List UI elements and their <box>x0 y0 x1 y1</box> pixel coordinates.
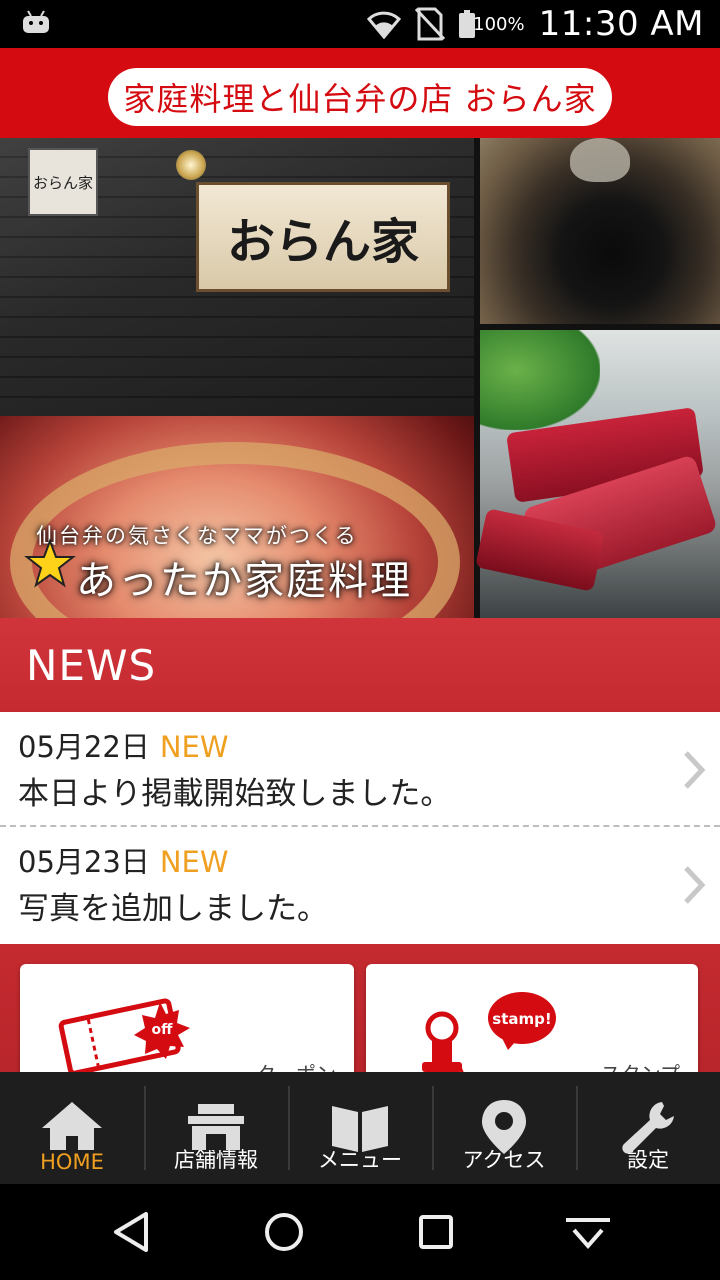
hero-caption-sub: 仙台弁の気さくなママがつくる <box>36 524 358 548</box>
news-heading: NEWS <box>26 640 157 690</box>
battery-percent: 100% <box>473 13 525 35</box>
clock: 11:30 AM <box>538 4 704 44</box>
map-pin-icon <box>482 1100 526 1154</box>
shop-sign: おらん家 <box>196 182 450 292</box>
news-item[interactable]: 05月23日 NEW 写真を追加しました。 <box>0 827 720 942</box>
hero-banner: おらん家 おらん家 仙台弁の気さくなママがつくる あったか家庭料理 <box>0 138 720 618</box>
status-bar: 100% 11:30 AM <box>0 0 720 48</box>
lamp <box>176 150 206 180</box>
stamp-icon: stamp! <box>422 992 556 1072</box>
tab-settings[interactable]: 設定 <box>576 1072 720 1184</box>
news-section-header: NEWS <box>0 618 720 712</box>
news-text: 本日より掲載開始致しました。 <box>18 776 452 812</box>
wrench-icon <box>622 1102 674 1154</box>
tab-home[interactable]: HOME <box>0 1072 144 1184</box>
stamp-card[interactable]: stamp! スタンプ <box>366 964 698 1072</box>
tab-access[interactable]: アクセス <box>432 1072 576 1184</box>
star-icon <box>24 538 76 588</box>
shop-sign-text: おらん家 <box>226 214 419 270</box>
chevron-right-icon <box>684 866 706 904</box>
news-item[interactable]: 05月22日 NEW 本日より掲載開始致しました。 <box>0 712 720 827</box>
news-date: 05月22日 <box>18 730 150 764</box>
tab-store-info[interactable]: 店舗情報 <box>144 1072 288 1184</box>
hero-caption-main: あったか家庭料理 <box>76 558 412 604</box>
book-icon <box>332 1106 388 1152</box>
store-icon <box>188 1104 244 1150</box>
shop-title-pill: 家庭料理と仙台弁の店 おらん家 <box>108 68 612 126</box>
app-header: 家庭料理と仙台弁の店 おらん家 <box>0 48 720 138</box>
home-icon <box>42 1102 102 1150</box>
android-notification-icon <box>23 10 49 33</box>
new-badge: NEW <box>159 730 229 764</box>
sea-urchin-photo <box>480 138 720 324</box>
tab-menu[interactable]: メニュー <box>288 1072 432 1184</box>
coupon-card[interactable]: off クーポン <box>20 964 354 1072</box>
news-date: 05月23日 <box>18 845 150 879</box>
small-shop-sign: おらん家 <box>28 148 98 216</box>
coupon-icon: off <box>58 998 190 1072</box>
new-badge: NEW <box>159 845 229 879</box>
storefront-photo: おらん家 おらん家 <box>0 138 474 416</box>
shop-title: 家庭料理と仙台弁の店 おらん家 <box>123 80 597 118</box>
system-nav-bar <box>0 1184 720 1280</box>
no-sim-icon <box>415 7 446 41</box>
news-text: 写真を追加しました。 <box>18 891 328 927</box>
coupon-off-text: off <box>152 1022 174 1038</box>
back-icon[interactable] <box>108 1208 156 1256</box>
coupon-label: クーポン <box>256 1058 336 1072</box>
feature-cards: off クーポン stamp! スタンプ <box>0 944 720 1072</box>
recents-icon[interactable] <box>412 1208 460 1256</box>
home-circle-icon[interactable] <box>260 1208 308 1256</box>
chevron-right-icon <box>684 751 706 789</box>
stamp-label: スタンプ <box>601 1058 680 1072</box>
sashimi-photo <box>475 330 720 618</box>
stamp-badge-text: stamp! <box>492 1010 551 1028</box>
bottom-tab-bar: HOME 店舗情報 メニュー アクセス 設定 <box>0 1072 720 1184</box>
keyboard-hide-icon[interactable] <box>564 1208 612 1256</box>
news-list: 05月22日 NEW 本日より掲載開始致しました。 05月23日 NEW 写真を… <box>0 712 720 944</box>
wifi-icon <box>367 11 402 39</box>
